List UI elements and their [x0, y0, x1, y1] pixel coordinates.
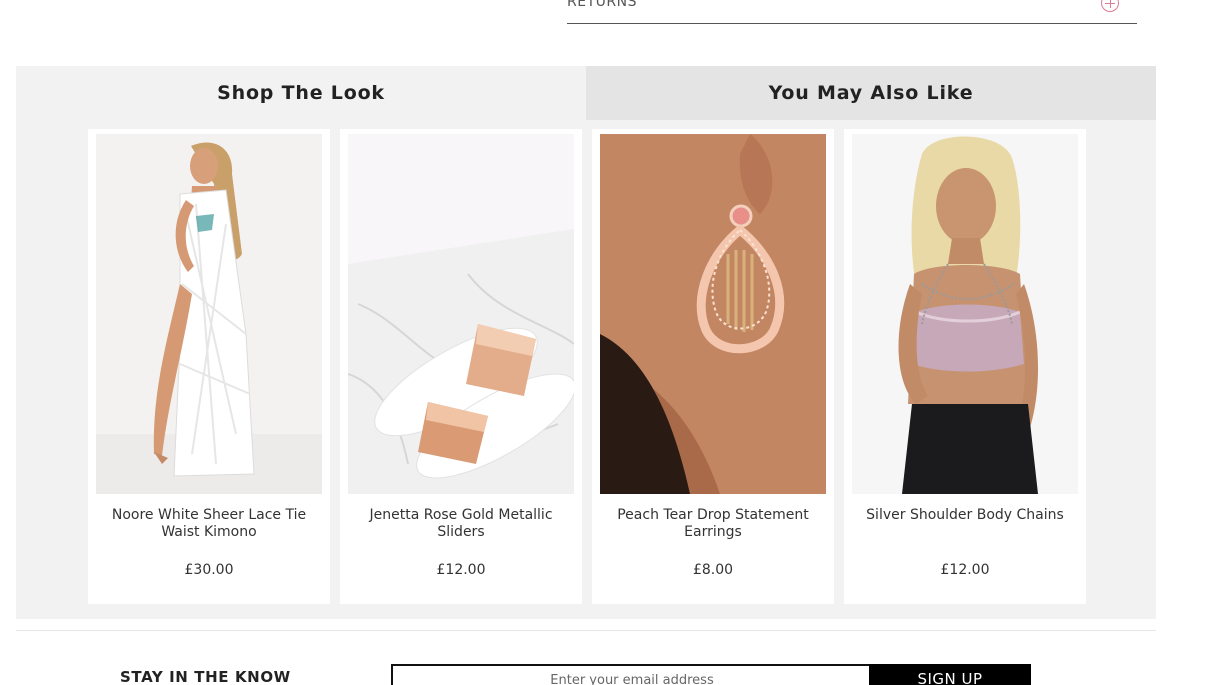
returns-label: RETURNS: [567, 0, 637, 10]
product-price: £12.00: [940, 562, 990, 578]
product-card[interactable]: Peach Tear Drop Statement Earrings £8.00: [592, 129, 834, 604]
tab-you-may-also-like[interactable]: You May Also Like: [586, 66, 1156, 120]
product-name[interactable]: Peach Tear Drop Statement Earrings: [598, 507, 828, 541]
product-price: £12.00: [436, 562, 486, 578]
product-price: £30.00: [184, 562, 234, 578]
product-image-earrings[interactable]: [600, 134, 826, 494]
newsletter-title: STAY IN THE KNOW: [120, 668, 291, 685]
product-card[interactable]: Noore White Sheer Lace Tie Waist Kimono …: [88, 129, 330, 604]
product-name[interactable]: Silver Shoulder Body Chains: [850, 507, 1080, 524]
product-name[interactable]: Noore White Sheer Lace Tie Waist Kimono: [94, 507, 324, 541]
returns-accordion[interactable]: RETURNS: [567, 0, 1137, 24]
plus-circle-icon[interactable]: [1101, 0, 1119, 12]
product-card[interactable]: Silver Shoulder Body Chains £12.00: [844, 129, 1086, 604]
product-image-sliders[interactable]: [348, 134, 574, 494]
product-image-body-chains[interactable]: [852, 134, 1078, 494]
signup-button[interactable]: SIGN UP: [869, 664, 1031, 685]
product-name[interactable]: Jenetta Rose Gold Metallic Sliders: [346, 507, 576, 541]
section-divider: [16, 630, 1156, 631]
recommendations-panel: Shop The Look You May Also Like Noore Wh…: [16, 66, 1156, 619]
product-image-kimono[interactable]: [96, 134, 322, 494]
product-card[interactable]: Jenetta Rose Gold Metallic Sliders £12.0…: [340, 129, 582, 604]
email-field[interactable]: [391, 664, 871, 685]
tab-shop-the-look[interactable]: Shop The Look: [16, 66, 586, 120]
product-price: £8.00: [692, 562, 734, 578]
